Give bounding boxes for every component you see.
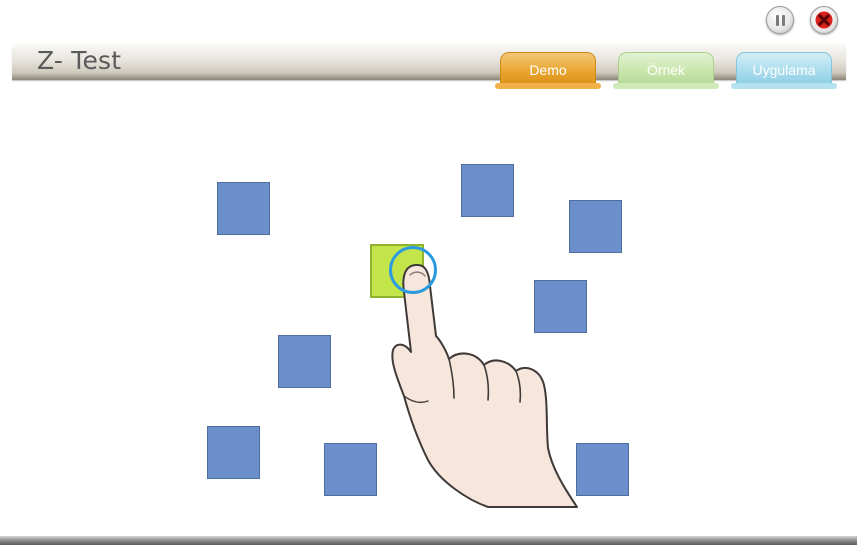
tap-indicator-ring xyxy=(389,246,437,294)
app-window: Z- Test Demo Örnek Uygulama xyxy=(0,0,857,545)
bottom-bar xyxy=(0,536,857,545)
